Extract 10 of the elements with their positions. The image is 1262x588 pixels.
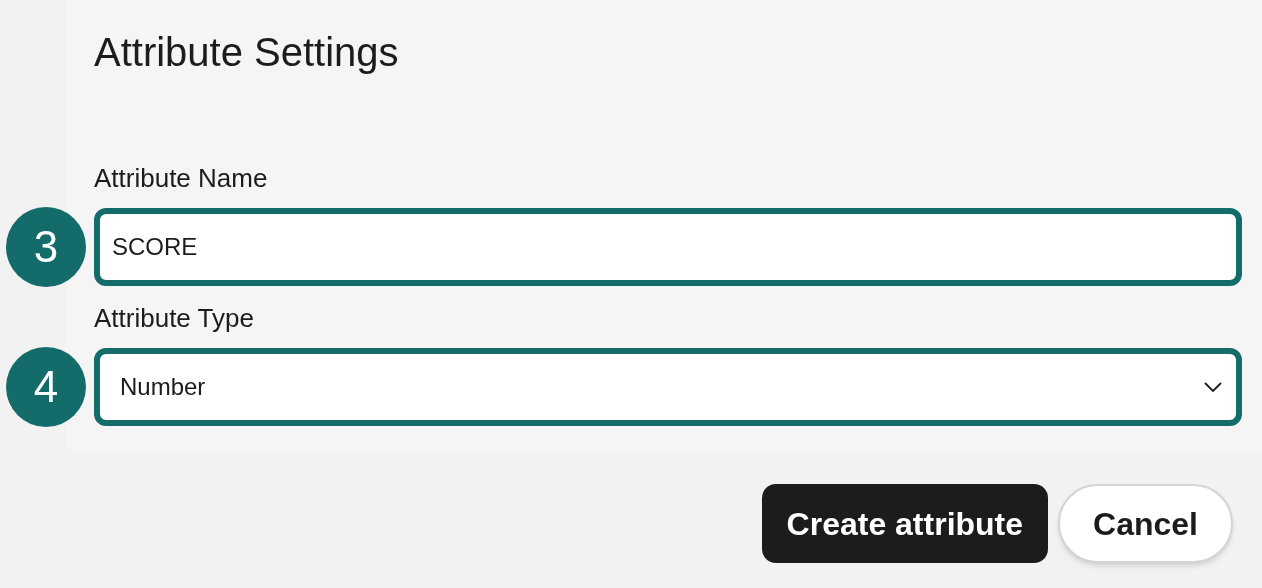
cancel-button[interactable]: Cancel bbox=[1058, 484, 1233, 563]
field-label: Attribute Name bbox=[94, 162, 269, 194]
field-label: Attribute Type bbox=[94, 302, 255, 334]
create-button[interactable]: Create attribute bbox=[761, 484, 1049, 563]
text-field[interactable]: SCORE bbox=[94, 208, 1242, 286]
section-title: Attribute Settings bbox=[94, 29, 400, 76]
step-badge: 3 bbox=[6, 207, 86, 287]
select-field[interactable]: Number bbox=[94, 348, 1242, 426]
chevron-down-icon bbox=[1204, 382, 1222, 392]
step-badge: 4 bbox=[6, 347, 86, 427]
